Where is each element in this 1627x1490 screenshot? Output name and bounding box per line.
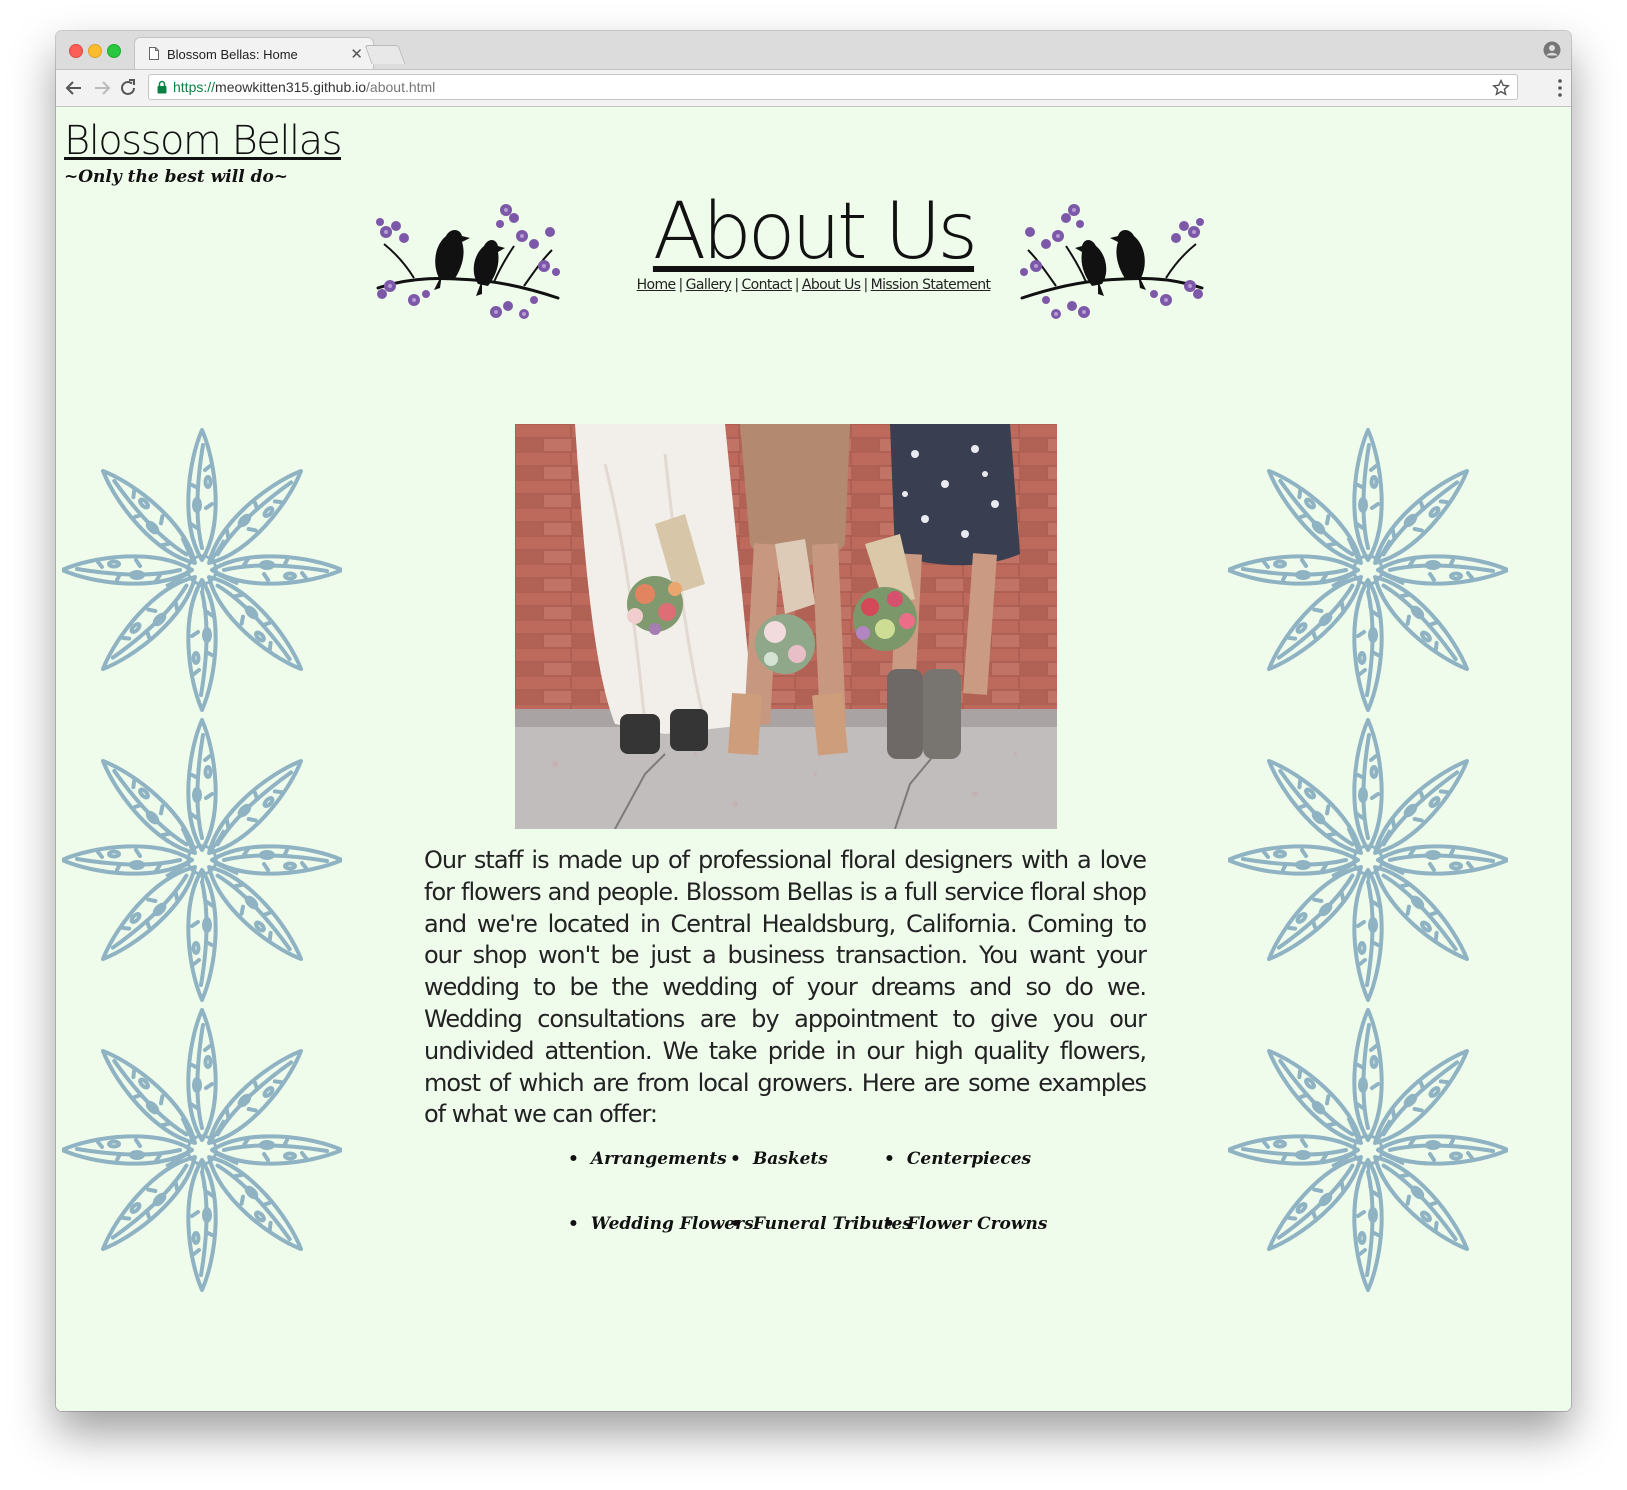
minimize-window-button[interactable]	[88, 44, 102, 58]
logo-title[interactable]: Blossom Bellas	[64, 117, 343, 165]
service-item-flower-crowns: Flower Crowns	[884, 1214, 1048, 1234]
url-path: /about.html	[366, 79, 436, 95]
browser-window: Blossom Bellas: Home ✕ https://meowkitte…	[56, 31, 1571, 1411]
site-logo[interactable]: Blossom Bellas ~Only the best will do~	[64, 117, 343, 187]
browser-tab[interactable]: Blossom Bellas: Home ✕	[134, 37, 374, 69]
nav-separator: |	[794, 277, 800, 293]
nav-link-contact[interactable]: Contact	[741, 277, 792, 293]
service-item-wedding-flowers: Wedding Flowers	[568, 1214, 754, 1234]
close-tab-icon[interactable]: ✕	[350, 45, 363, 63]
nav-link-mission-statement[interactable]: Mission Statement	[871, 277, 991, 293]
lily-decoration-left-2	[62, 715, 342, 1005]
main-nav: Home | Gallery | Contact | About Us | Mission St…	[56, 277, 1571, 293]
nav-separator: |	[863, 277, 868, 293]
tab-strip: Blossom Bellas: Home ✕	[56, 31, 1571, 70]
zoom-window-button[interactable]	[107, 44, 121, 58]
lily-decoration-right-1	[1228, 425, 1508, 715]
about-description: Our staff is made up of professional flo…	[424, 846, 1147, 1129]
nav-separator: |	[734, 277, 739, 293]
lily-decoration-left-3	[62, 1005, 342, 1295]
forward-arrow-icon[interactable]	[90, 76, 114, 100]
staff-bouquets-photo	[515, 424, 1057, 829]
url-text: https://meowkitten315.github.io/about.ht…	[173, 79, 435, 95]
page-title: About Us	[652, 187, 978, 277]
close-window-button[interactable]	[69, 44, 83, 58]
photo-illustration	[515, 424, 1057, 829]
lily-decoration-right-3	[1228, 1005, 1508, 1295]
star-icon[interactable]	[1491, 78, 1511, 98]
nav-link-about-us[interactable]: About Us	[802, 277, 861, 293]
back-arrow-icon[interactable]	[62, 76, 86, 100]
url-host: meowkitten315.github.io	[215, 79, 367, 95]
service-item-arrangements: Arrangements	[568, 1149, 727, 1169]
page-content: Blossom Bellas ~Only the best will do~ A…	[56, 107, 1571, 1411]
kebab-menu-icon[interactable]	[1557, 78, 1563, 98]
tab-title: Blossom Bellas: Home	[167, 47, 298, 62]
nav-link-home[interactable]: Home	[637, 277, 677, 293]
nav-link-gallery[interactable]: Gallery	[686, 277, 732, 293]
reload-icon[interactable]	[116, 76, 140, 100]
profile-icon[interactable]	[1543, 41, 1561, 59]
page-icon	[149, 47, 159, 60]
url-scheme: https://	[173, 79, 216, 95]
nav-separator: |	[678, 277, 684, 293]
service-item-centerpieces: Centerpieces	[884, 1149, 1031, 1169]
lily-decoration-left-1	[62, 425, 342, 715]
lily-decoration-right-2	[1228, 715, 1508, 1005]
lock-icon	[157, 80, 167, 94]
address-bar[interactable]: https://meowkitten315.github.io/about.ht…	[148, 74, 1518, 100]
service-item-baskets: Baskets	[730, 1149, 828, 1169]
new-tab-button[interactable]	[364, 45, 406, 64]
logo-tagline: ~Only the best will do~	[64, 167, 289, 187]
browser-toolbar: https://meowkitten315.github.io/about.ht…	[56, 70, 1571, 107]
